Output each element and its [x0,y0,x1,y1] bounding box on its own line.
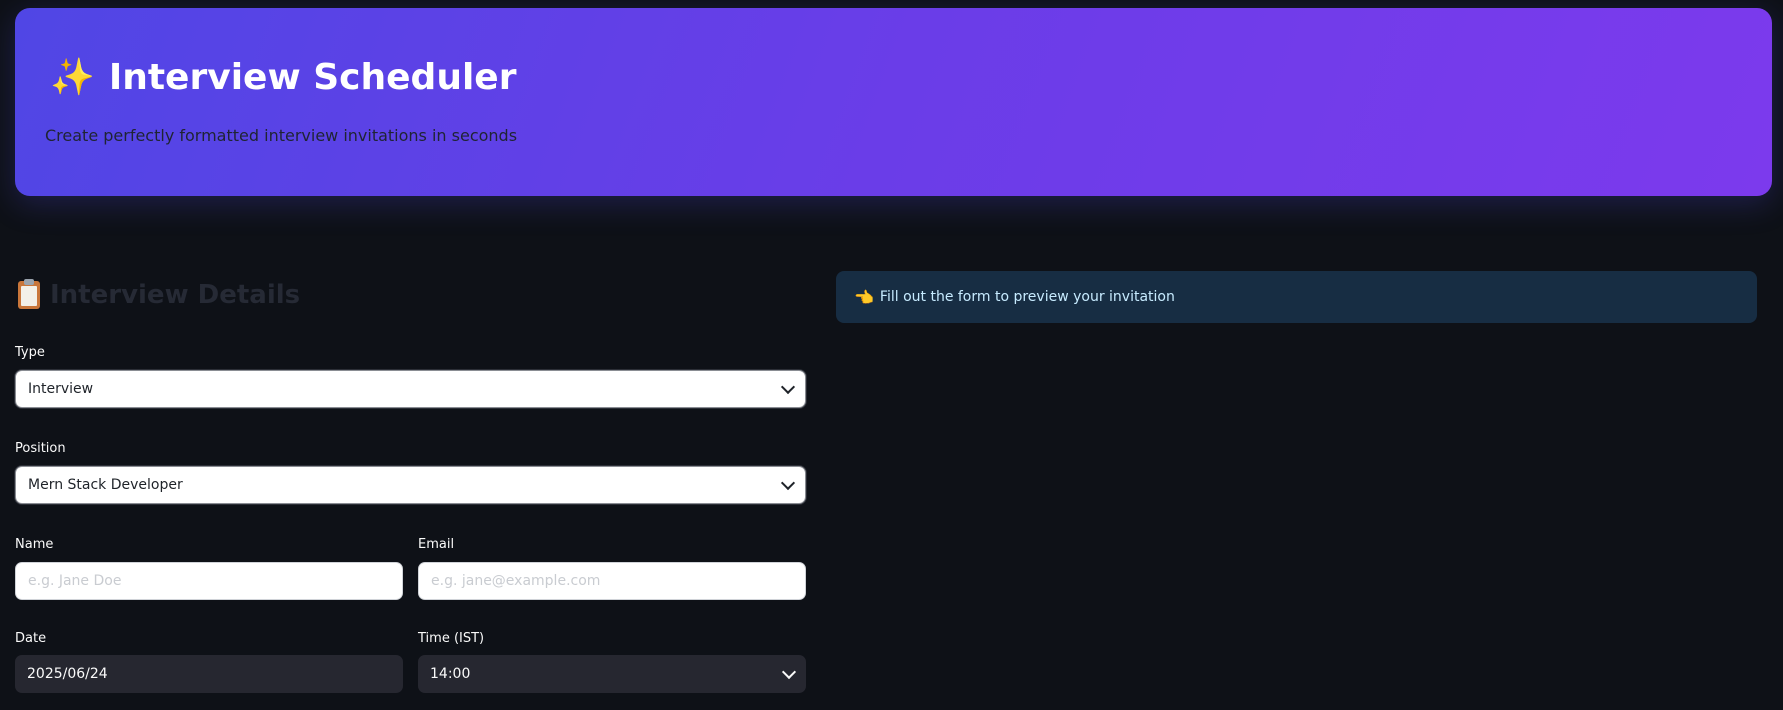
name-input[interactable] [15,562,403,600]
pointing-hand-icon: 👈 [854,287,874,307]
date-input[interactable]: 2025/06/24 [15,655,403,693]
chevron-down-icon [780,475,796,490]
page-title-text: Interview Scheduler [108,56,517,98]
date-label: Date [15,631,47,646]
email-label: Email [418,537,455,552]
section-title-text: Interview Details [50,280,301,310]
page-title: ✨ Interview Scheduler [50,56,517,99]
email-input[interactable] [418,562,806,600]
date-value: 2025/06/24 [27,666,108,682]
sparkles-icon: ✨ [50,57,95,98]
position-select-value: Mern Stack Developer [28,477,183,493]
chevron-down-icon [780,379,796,394]
position-label: Position [15,441,66,456]
name-label: Name [15,537,54,552]
chevron-down-icon [781,664,797,679]
time-select[interactable]: 14:00 [418,655,806,693]
type-select-value: Interview [28,381,94,397]
preview-info-text: Fill out the form to preview your invita… [879,289,1175,305]
time-label: Time (IST) [418,631,485,646]
position-select[interactable]: Mern Stack Developer [15,466,806,504]
type-label: Type [15,345,45,360]
type-select[interactable]: Interview [15,370,806,408]
clipboard-icon [18,279,40,309]
time-value: 14:00 [430,666,471,682]
hero-banner: ✨ Interview Scheduler Create perfectly f… [15,8,1772,196]
page-subtitle: Create perfectly formatted interview inv… [45,126,518,145]
section-title: Interview Details [18,279,301,310]
preview-info-box: 👈 Fill out the form to preview your invi… [836,271,1757,323]
